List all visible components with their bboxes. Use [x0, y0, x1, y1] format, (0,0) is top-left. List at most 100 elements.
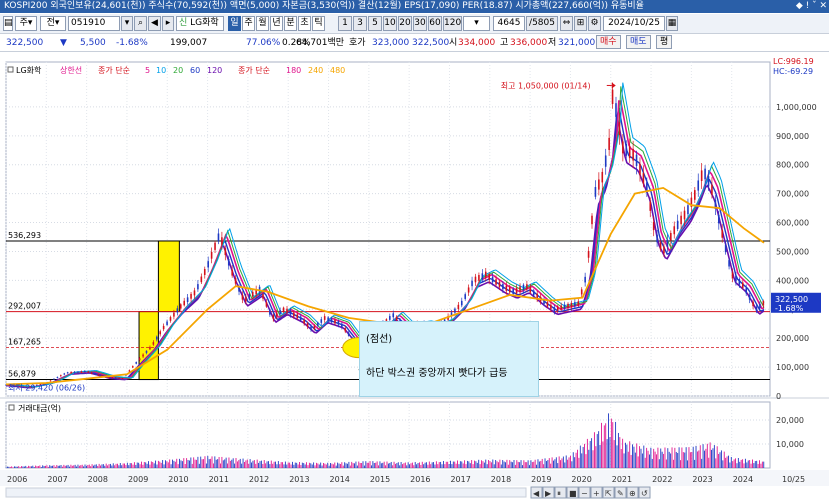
candle-body: [676, 220, 679, 229]
trade-amount: 64,701백만: [296, 38, 345, 48]
count-field[interactable]: 4645: [493, 16, 525, 31]
scroll-button-glyph[interactable]: ↺: [641, 489, 648, 498]
sell-button[interactable]: 매도: [626, 35, 651, 49]
candle-body: [659, 242, 662, 250]
y-tick-label: 1,000,000: [776, 103, 817, 112]
candle-body: [221, 237, 223, 245]
tab-period-4[interactable]: 분: [284, 16, 297, 31]
x-axis-year: 2011: [209, 475, 229, 484]
candle-body: [639, 163, 641, 175]
quote-ask: 323,000: [372, 38, 410, 48]
legend-ma-10: 10: [156, 66, 166, 75]
candle-body: [502, 284, 504, 290]
buy-button[interactable]: 매수: [596, 35, 621, 49]
candle-body: [80, 371, 83, 373]
candle-body: [670, 232, 672, 241]
scroll-button-glyph[interactable]: ⊕: [629, 489, 636, 498]
scroll-button-glyph[interactable]: ◀: [533, 489, 540, 498]
interval-120[interactable]: 120: [443, 16, 462, 31]
candle-body: [162, 325, 165, 330]
candle-body: [138, 358, 141, 361]
candle-body: [717, 214, 720, 224]
chart-type-icon[interactable]: ⊞: [574, 16, 587, 31]
scroll-button-glyph[interactable]: ⏸: [557, 489, 561, 498]
candle-body: [615, 103, 617, 117]
candle-body: [601, 171, 604, 183]
tab-period-6[interactable]: 틱: [312, 16, 325, 31]
candle-body: [526, 284, 528, 290]
tab-period-2[interactable]: 월: [256, 16, 269, 31]
tab-period-5[interactable]: 초: [298, 16, 311, 31]
candle-body: [550, 304, 552, 309]
menu-icon[interactable]: ▤: [3, 16, 13, 31]
candle-body: [762, 301, 765, 306]
x-axis-year: 2019: [531, 475, 551, 484]
interval-60[interactable]: 60: [428, 16, 442, 31]
interval-20[interactable]: 20: [398, 16, 412, 31]
avg-button[interactable]: 평: [656, 35, 673, 49]
x-axis-year: 2018: [491, 475, 511, 484]
unit-select[interactable]: 주▾: [15, 16, 37, 31]
prev-select[interactable]: 전▾: [40, 16, 66, 31]
x-axis-year: 2021: [612, 475, 632, 484]
date-input[interactable]: 2024/10/25: [603, 16, 665, 31]
code-dropdown-icon[interactable]: ▾: [121, 16, 133, 31]
fullscreen-icon[interactable]: ⇔: [560, 16, 573, 31]
level-label: 536,293: [8, 231, 41, 240]
highlight-box-upper: [157, 240, 180, 313]
candle-body: [296, 314, 299, 319]
candle-body: [707, 176, 710, 187]
scroll-button-glyph[interactable]: +: [593, 489, 600, 498]
candle-body: [738, 279, 741, 285]
candle-body: [183, 300, 185, 306]
scroll-button-glyph[interactable]: ▶: [545, 489, 552, 498]
interval-custom-select[interactable]: ▾: [463, 16, 490, 31]
candle-body: [683, 210, 686, 220]
chart-area[interactable]: 1,000,000 900,000 800,000 700,000 600,000 500…: [0, 54, 829, 500]
scroll-button-glyph[interactable]: ✎: [617, 489, 624, 498]
candle-body: [389, 316, 391, 320]
candle-body: [193, 290, 196, 296]
speaker-icon[interactable]: ◀: [148, 16, 161, 31]
calendar-icon[interactable]: ▦: [666, 16, 678, 31]
arrow-icon[interactable]: ▸: [162, 16, 174, 31]
high-label: 고: [500, 38, 509, 48]
candle-body: [508, 287, 511, 293]
annotation-note: (점선) 하단 박스권 중앙까지 빳다가 급등: [359, 321, 539, 397]
candle-body: [748, 294, 751, 300]
candle-body: [114, 377, 117, 379]
tab-period-1[interactable]: 주: [242, 16, 255, 31]
interval-3[interactable]: 3: [353, 16, 367, 31]
volume-ratio: 77.06%: [246, 38, 281, 48]
candle-body: [680, 215, 682, 225]
candle-body: [522, 284, 525, 291]
candle-body: [111, 377, 114, 379]
candle-body: [584, 276, 586, 283]
scroll-button-glyph[interactable]: ⇱: [605, 489, 612, 498]
horizontal-scrollbar[interactable]: [5, 487, 527, 498]
candle-body: [649, 201, 652, 211]
candle-body: [275, 312, 278, 317]
settings-icon[interactable]: ⚙: [588, 16, 601, 31]
candle-body: [303, 319, 305, 324]
total-field: /5805: [526, 16, 558, 31]
interval-30[interactable]: 30: [413, 16, 427, 31]
interval-10[interactable]: 10: [383, 16, 397, 31]
price-chart[interactable]: 1,000,000 900,000 800,000 700,000 600,000 500…: [0, 54, 829, 500]
candle-body: [203, 269, 206, 275]
search-icon[interactable]: ⌕: [134, 16, 147, 31]
legend-limit: 상한선: [60, 65, 82, 75]
stock-code-input[interactable]: 051910: [68, 16, 120, 31]
candle-body: [673, 226, 676, 235]
window-controls[interactable]: ◆ ! ˇ ✕: [796, 0, 827, 13]
tab-period-0[interactable]: 일: [228, 16, 241, 31]
interval-1[interactable]: 1: [338, 16, 352, 31]
legend-ma-5: 5: [145, 66, 150, 75]
scroll-button-glyph[interactable]: ■: [569, 489, 577, 498]
candle-body: [498, 281, 501, 288]
y-tick-label: 200,000: [776, 334, 809, 343]
interval-5[interactable]: 5: [368, 16, 382, 31]
candle-body: [84, 370, 86, 373]
scroll-button-glyph[interactable]: −: [581, 489, 588, 498]
tab-period-3[interactable]: 년: [270, 16, 283, 31]
